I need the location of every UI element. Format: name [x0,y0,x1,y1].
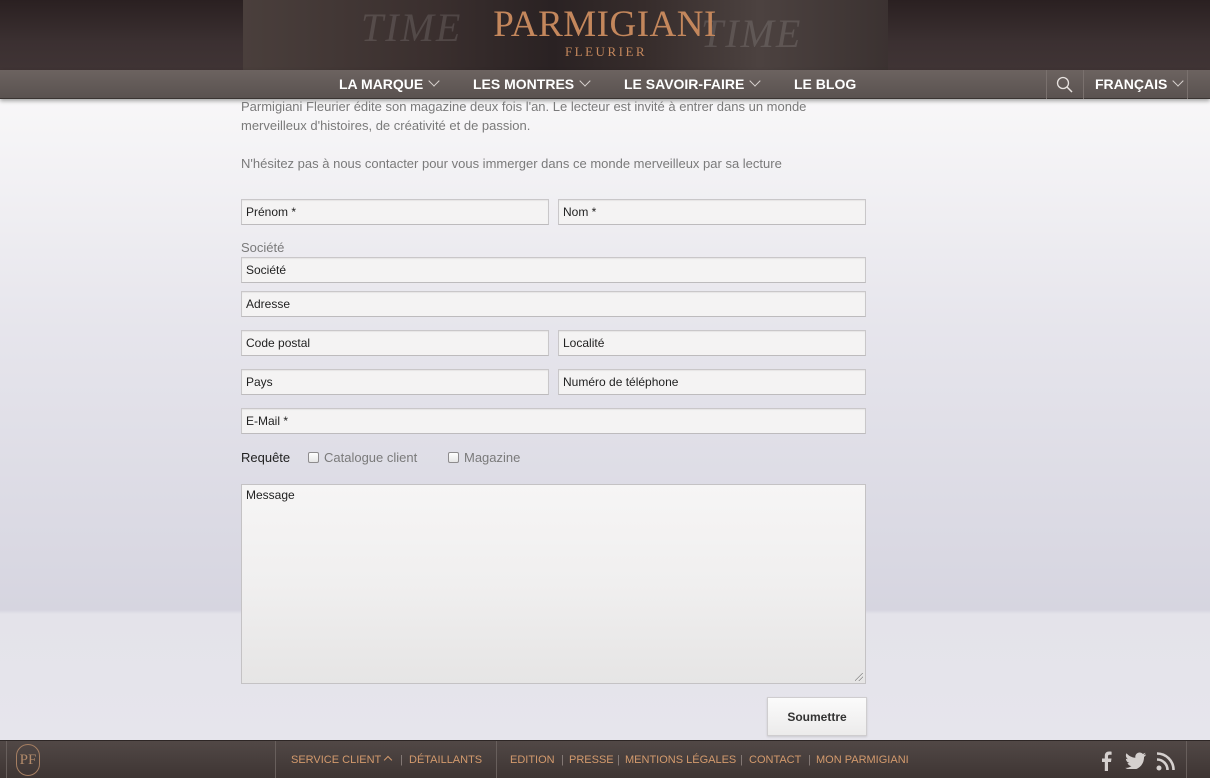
nav-item-le-blog[interactable]: LE BLOG [794,70,856,99]
catalogue-client-label[interactable]: Catalogue client [324,450,417,465]
nav-item-label: LE SAVOIR-FAIRE [624,76,745,92]
service-client-label: SERVICE CLIENT [291,754,382,766]
societe-label: Société [241,240,285,255]
nav-divider [1083,70,1084,99]
magazine-label[interactable]: Magazine [464,450,520,465]
footer-divider [275,741,276,778]
intro-text: Parmigiani Fleurier édite son magazine d… [241,97,866,173]
prenom-field[interactable]: Prénom * [241,199,549,225]
footer-pipe: | [561,754,564,766]
footer-pipe: | [808,754,811,766]
footer-link-mentions-legales[interactable]: MENTIONS LÉGALES [625,754,736,766]
pays-field[interactable]: Pays [241,369,549,395]
nav-divider [1187,70,1188,99]
nom-field[interactable]: Nom * [558,199,866,225]
nav-item-savoir-faire[interactable]: LE SAVOIR-FAIRE [624,70,761,99]
chevron-up-icon [384,755,393,765]
facebook-icon[interactable] [1099,751,1113,771]
nav-item-les-montres[interactable]: LES MONTRES [473,70,591,99]
message-placeholder: Message [246,488,295,502]
footer-pipe: | [617,754,620,766]
twitter-icon[interactable] [1125,752,1147,769]
footer-divider [1186,741,1187,778]
brand-logo[interactable]: PARMIGIANI FLEURIER [0,6,1210,60]
footer-link-presse[interactable]: PRESSE [569,754,614,766]
footer-pipe: | [400,754,403,766]
nav-item-label: LES MONTRES [473,76,575,92]
search-icon [1056,76,1073,93]
footer-pipe: | [740,754,743,766]
footer-link-service-client[interactable]: SERVICE CLIENT [291,754,393,766]
email-field[interactable]: E-Mail * [241,408,866,434]
footer-divider [6,741,7,778]
message-textarea[interactable]: Message [241,484,866,684]
chevron-down-icon [428,75,440,87]
telephone-field[interactable]: Numéro de téléphone [558,369,866,395]
societe-field[interactable]: Société [241,257,866,283]
chevron-down-icon [749,75,761,87]
nav-item-label: LE BLOG [794,76,857,92]
main-nav: LA MARQUE LES MONTRES LE SAVOIR-FAIRE LE… [0,70,1210,99]
language-selector[interactable]: FRANÇAIS [1095,70,1185,99]
code-postal-field[interactable]: Code postal [241,330,549,356]
brand-subname: FLEURIER [564,44,648,59]
footer-link-contact[interactable]: CONTACT [749,754,801,766]
nav-divider [1046,70,1047,99]
nav-item-label: LA MARQUE [339,76,424,92]
catalogue-client-checkbox[interactable] [308,452,319,463]
footer-logo-icon[interactable]: PF [16,744,40,776]
site-footer: PF SERVICE CLIENT | DÉTAILLANTS EDITION … [0,740,1210,778]
footer-divider [496,741,497,778]
brand-name: PARMIGIANI [493,4,717,45]
footer-link-mon-parmigiani[interactable]: MON PARMIGIANI [816,754,909,766]
adresse-field[interactable]: Adresse [241,291,866,317]
submit-button[interactable]: Soumettre [767,697,867,736]
search-button[interactable] [1048,70,1083,99]
chevron-down-icon [579,75,591,87]
resize-handle[interactable] [855,673,863,681]
language-label: FRANÇAIS [1095,76,1168,92]
footer-link-detaillants[interactable]: DÉTAILLANTS [409,754,482,766]
site-header: TIME TIME PARMIGIANI FLEURIER [0,0,1210,70]
footer-link-edition[interactable]: EDITION [510,754,555,766]
intro-paragraph: N'hésitez pas à nous contacter pour vous… [241,156,782,171]
chevron-down-icon [1172,75,1185,87]
localite-field[interactable]: Localité [558,330,866,356]
intro-paragraph: Parmigiani Fleurier édite son magazine d… [241,99,807,133]
magazine-checkbox[interactable] [448,452,459,463]
nav-item-la-marque[interactable]: LA MARQUE [339,70,440,99]
rss-icon[interactable] [1156,751,1176,771]
requete-label: Requête [241,450,291,465]
